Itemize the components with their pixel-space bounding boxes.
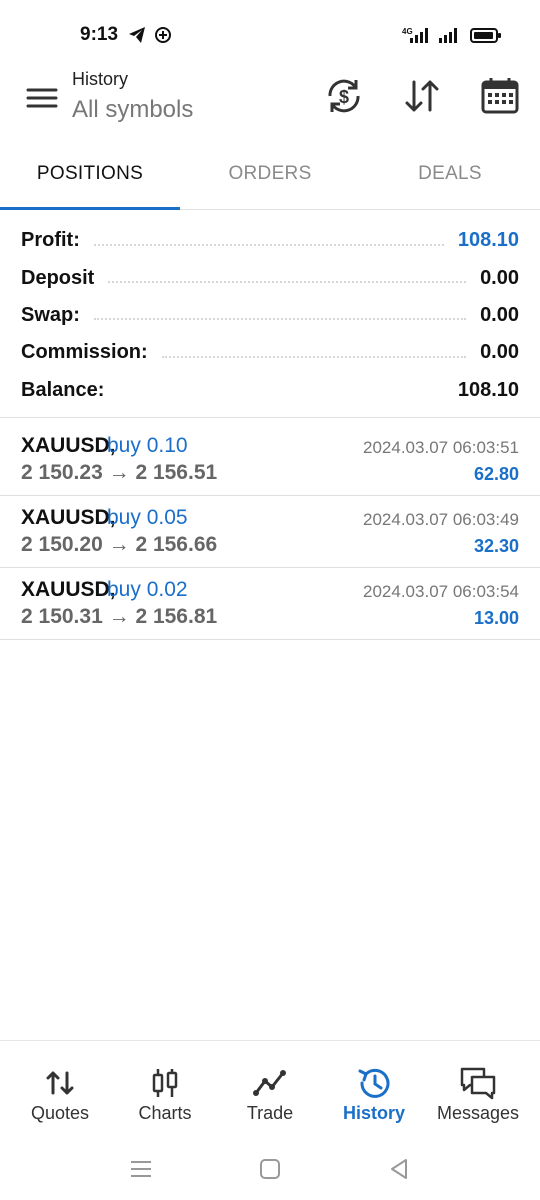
nav-label: History	[342, 1103, 405, 1123]
summary-label: Deposit	[21, 266, 95, 289]
home-icon[interactable]	[255, 1154, 285, 1184]
sort-icon[interactable]	[400, 74, 444, 118]
position-row[interactable]: XAUUSD, buy 0.02 2 150.31 → 2 156.81 202…	[0, 568, 540, 640]
position-time: 2024.03.07 06:03:49	[363, 510, 519, 529]
nav-label: Trade	[246, 1103, 294, 1123]
summary-row-deposit: Deposit 0.00	[0, 259, 540, 296]
4g-signal-icon: 4G	[402, 27, 428, 43]
position-symbol: XAUUSD,	[21, 506, 116, 529]
position-prices: 2 150.20 → 2 156.66	[21, 533, 217, 557]
trade-icon	[253, 1070, 286, 1096]
arrow-icon: →	[108, 461, 130, 484]
open-price: 2 150.23	[21, 461, 103, 484]
summary-value: 0.00	[480, 303, 519, 326]
close-price: 2 156.66	[135, 533, 218, 556]
recents-icon[interactable]	[126, 1154, 156, 1184]
position-symbol: XAUUSD,	[21, 578, 116, 601]
tab-positions[interactable]: POSITIONS	[0, 148, 180, 210]
bottom-nav: Quotes Charts Trade History Messages	[0, 1040, 540, 1138]
nav-history[interactable]: History	[320, 1041, 428, 1139]
status-time: 9:13	[80, 24, 119, 45]
summary-label: Commission:	[21, 341, 148, 364]
arrow-icon: →	[108, 533, 130, 556]
summary-label: Swap:	[21, 303, 80, 326]
page-title: History	[72, 69, 129, 89]
open-price: 2 150.20	[21, 533, 103, 556]
summary-label: Profit:	[21, 229, 80, 252]
summary-row-profit: Profit: 108.10	[0, 222, 540, 259]
menu-icon[interactable]	[24, 80, 60, 116]
status-icons-right: 4G	[400, 26, 502, 44]
position-profit: 62.80	[473, 464, 519, 484]
back-icon[interactable]	[384, 1154, 414, 1184]
dotted-leader	[108, 281, 467, 284]
dotted-leader	[161, 355, 467, 358]
arrow-icon: →	[108, 605, 130, 628]
summary-value: 0.00	[480, 341, 519, 364]
telegram-icon	[129, 27, 145, 43]
svg-text:$: $	[339, 87, 349, 107]
signal-icon	[439, 28, 457, 43]
app-header: History All symbols $	[0, 62, 540, 142]
sync-plus-icon	[155, 27, 171, 43]
summary-value: 0.00	[480, 266, 519, 289]
close-price: 2 156.51	[135, 461, 218, 484]
position-profit: 32.30	[473, 536, 519, 556]
history-icon	[358, 1068, 390, 1098]
summary-value: 108.10	[457, 378, 519, 401]
tab-deals[interactable]: DEALS	[360, 148, 540, 210]
currency-exchange-icon[interactable]: $	[322, 74, 366, 118]
position-profit: 13.00	[473, 608, 519, 628]
position-time: 2024.03.07 06:03:51	[363, 438, 519, 457]
dotted-leader	[93, 318, 467, 321]
position-time: 2024.03.07 06:03:54	[363, 582, 519, 601]
system-nav	[0, 1140, 540, 1200]
nav-quotes[interactable]: Quotes	[6, 1041, 114, 1139]
nav-label: Quotes	[30, 1103, 90, 1123]
nav-charts[interactable]: Charts	[111, 1041, 219, 1139]
nav-label: Charts	[138, 1103, 192, 1123]
summary-row-swap: Swap: 0.00	[0, 297, 540, 334]
summary-panel: Profit: 108.10 Deposit 0.00 Swap: 0.00 C…	[0, 222, 540, 418]
summary-label: Balance:	[21, 378, 105, 401]
network-label: 4G	[402, 27, 413, 36]
active-tab-indicator	[0, 207, 180, 210]
messages-icon	[460, 1067, 496, 1100]
close-price: 2 156.81	[135, 605, 218, 628]
position-prices: 2 150.23 → 2 156.51	[21, 461, 217, 485]
summary-value: 108.10	[457, 229, 519, 252]
position-row[interactable]: XAUUSD, buy 0.10 2 150.23 → 2 156.51 202…	[0, 424, 540, 496]
summary-row-balance: Balance: 108.10	[0, 372, 540, 409]
nav-messages[interactable]: Messages	[424, 1041, 532, 1139]
summary-row-commission: Commission: 0.00	[0, 334, 540, 371]
positions-list: XAUUSD, buy 0.10 2 150.23 → 2 156.51 202…	[0, 424, 540, 640]
tab-bar: POSITIONS ORDERS DEALS	[0, 148, 540, 210]
position-symbol: XAUUSD,	[21, 434, 116, 457]
position-side-volume: buy 0.02	[107, 578, 188, 601]
symbol-filter[interactable]: All symbols	[72, 96, 193, 124]
quotes-icon	[46, 1071, 74, 1095]
nav-trade[interactable]: Trade	[216, 1041, 324, 1139]
calendar-icon[interactable]	[478, 74, 522, 118]
open-price: 2 150.31	[21, 605, 103, 628]
position-prices: 2 150.31 → 2 156.81	[21, 605, 217, 629]
nav-label: Messages	[436, 1103, 520, 1123]
dotted-leader	[93, 243, 444, 246]
battery-icon	[470, 28, 501, 43]
status-icons-left	[128, 26, 172, 44]
position-side-volume: buy 0.10	[107, 434, 188, 457]
position-row[interactable]: XAUUSD, buy 0.05 2 150.20 → 2 156.66 202…	[0, 496, 540, 568]
tab-orders[interactable]: ORDERS	[180, 148, 360, 210]
status-bar: 9:13 4G	[0, 0, 540, 70]
position-side-volume: buy 0.05	[107, 506, 188, 529]
charts-icon	[152, 1069, 178, 1097]
